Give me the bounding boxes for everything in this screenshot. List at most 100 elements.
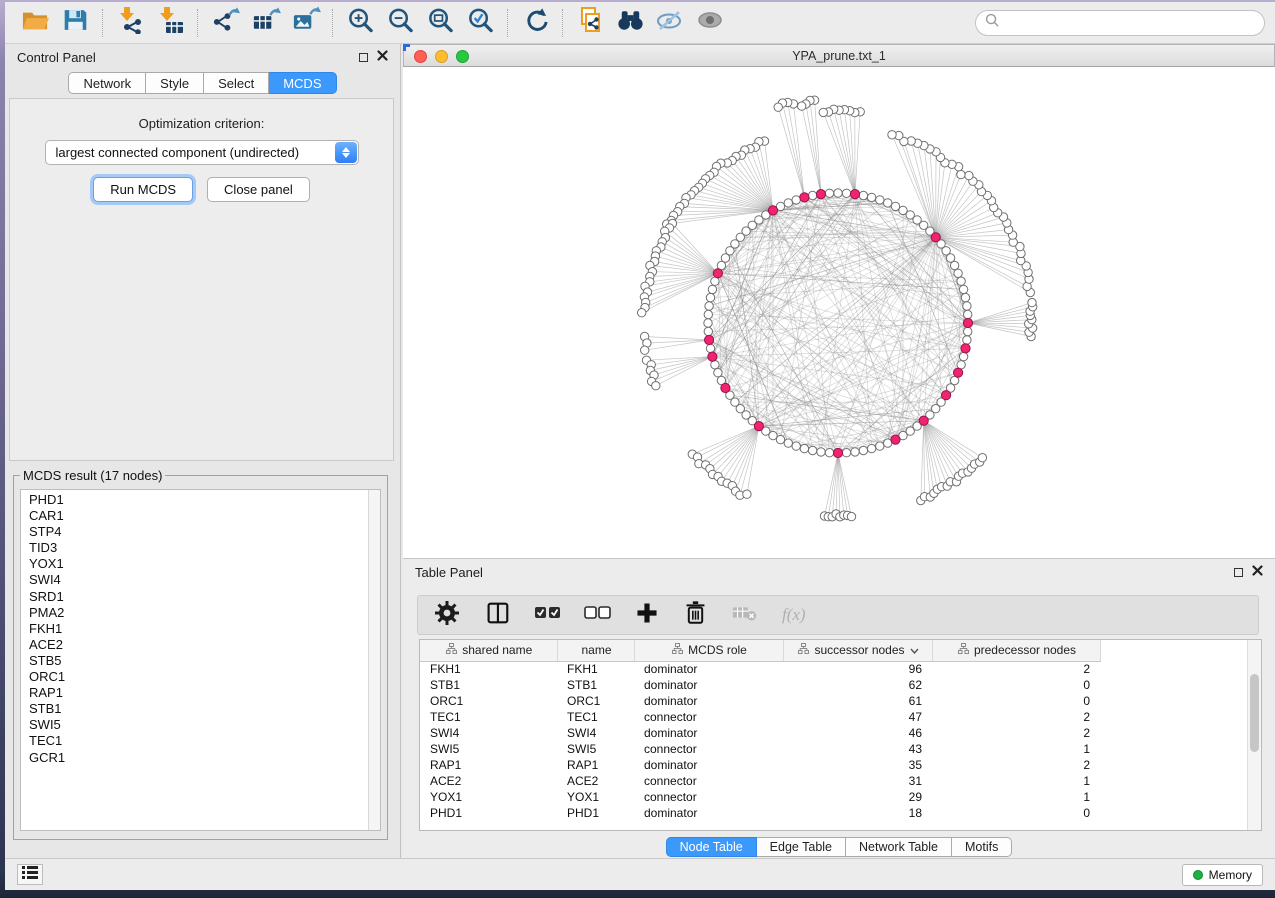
hub-node[interactable] (963, 318, 972, 327)
mcds-result-item[interactable]: PHD1 (29, 492, 368, 508)
import-network-button[interactable] (110, 6, 150, 40)
mcds-result-item[interactable]: FKH1 (29, 621, 368, 637)
hub-node[interactable] (891, 435, 900, 444)
mcds-result-item[interactable]: SWI5 (29, 717, 368, 733)
ring-node[interactable] (959, 352, 967, 360)
memory-button[interactable]: Memory (1182, 864, 1263, 886)
fan-node[interactable] (652, 382, 660, 390)
mcds-result-item[interactable]: ORC1 (29, 669, 368, 685)
export-table-button[interactable] (245, 6, 285, 40)
ring-node[interactable] (963, 302, 971, 310)
table-row[interactable]: TEC1TEC1connector472 (420, 709, 1100, 725)
ring-node[interactable] (876, 442, 884, 450)
mcds-result-item[interactable]: STB1 (29, 701, 368, 717)
fan-node[interactable] (888, 131, 896, 139)
ring-node[interactable] (834, 189, 842, 197)
close-window-icon[interactable] (414, 50, 427, 63)
zoom-out-button[interactable] (380, 6, 420, 40)
ring-node[interactable] (704, 319, 712, 327)
ring-node[interactable] (784, 439, 792, 447)
hub-node[interactable] (754, 422, 763, 431)
ring-node[interactable] (851, 448, 859, 456)
export-image-button[interactable] (285, 6, 325, 40)
hub-node[interactable] (768, 206, 777, 215)
ring-node[interactable] (867, 444, 875, 452)
ring-node[interactable] (705, 302, 713, 310)
ring-node[interactable] (711, 361, 719, 369)
hub-node[interactable] (721, 383, 730, 392)
first-neighbors-button[interactable] (610, 6, 650, 40)
table-row[interactable]: RAP1RAP1dominator352 (420, 757, 1100, 773)
ring-node[interactable] (706, 293, 714, 301)
ring-node[interactable] (867, 193, 875, 201)
table-settings-button[interactable] (434, 600, 460, 631)
ring-node[interactable] (954, 269, 962, 277)
table-row[interactable]: SWI4SWI4dominator462 (420, 725, 1100, 741)
network-canvas[interactable] (403, 67, 1275, 558)
ring-node[interactable] (776, 435, 784, 443)
mcds-result-item[interactable]: CAR1 (29, 508, 368, 524)
ring-node[interactable] (859, 191, 867, 199)
ring-node[interactable] (964, 310, 972, 318)
ring-node[interactable] (714, 369, 722, 377)
tab-style[interactable]: Style (146, 72, 204, 94)
table-row[interactable]: PHD1PHD1dominator180 (420, 805, 1100, 821)
column-header-predecessor-nodes[interactable]: predecessor nodes (932, 640, 1100, 661)
fan-node[interactable] (1028, 298, 1036, 306)
table-row[interactable]: ACE2ACE2connector311 (420, 773, 1100, 789)
column-header-name[interactable]: name (557, 640, 634, 661)
hub-node[interactable] (713, 269, 722, 278)
export-network-button[interactable] (205, 6, 245, 40)
mcds-result-item[interactable]: PMA2 (29, 605, 368, 621)
hub-node[interactable] (931, 233, 940, 242)
hub-node[interactable] (816, 190, 825, 199)
tab-mcds[interactable]: MCDS (269, 72, 336, 94)
ring-node[interactable] (704, 310, 712, 318)
ring-node[interactable] (842, 189, 850, 197)
ring-node[interactable] (884, 199, 892, 207)
table-tab-motifs[interactable]: Motifs (952, 837, 1012, 857)
mcds-result-item[interactable]: GCR1 (29, 750, 368, 766)
fan-node[interactable] (798, 102, 806, 110)
save-session-button[interactable] (55, 6, 95, 40)
table-tab-node-table[interactable]: Node Table (666, 837, 757, 857)
table-tab-edge-table[interactable]: Edge Table (757, 837, 846, 857)
ring-node[interactable] (704, 327, 712, 335)
mcds-result-item[interactable]: TID3 (29, 540, 368, 556)
mcds-result-item[interactable]: ACE2 (29, 637, 368, 653)
hub-node[interactable] (942, 391, 951, 400)
ring-node[interactable] (961, 293, 969, 301)
hub-node[interactable] (833, 448, 842, 457)
mcds-result-item[interactable]: STP4 (29, 524, 368, 540)
select-all-icon[interactable] (534, 605, 561, 626)
hub-node[interactable] (919, 416, 928, 425)
table-row[interactable]: STB1STB1dominator620 (420, 677, 1100, 693)
mcds-result-item[interactable]: SWI4 (29, 572, 368, 588)
close-panel-icon[interactable] (1252, 563, 1263, 581)
ring-node[interactable] (964, 327, 972, 335)
network-window-titlebar[interactable]: YPA_prune.txt_1 (403, 44, 1275, 67)
zoom-selected-button[interactable] (460, 6, 500, 40)
table-tab-network-table[interactable]: Network Table (846, 837, 952, 857)
fan-node[interactable] (774, 103, 782, 111)
open-file-button[interactable] (15, 6, 55, 40)
delete-column-button[interactable] (683, 599, 708, 631)
table-row[interactable]: ORC1ORC1dominator610 (420, 693, 1100, 709)
table-row[interactable]: YOX1YOX1connector291 (420, 789, 1100, 805)
new-network-from-selection-button[interactable] (570, 6, 610, 40)
close-panel-icon[interactable] (377, 48, 388, 66)
hide-selected-button[interactable] (650, 6, 690, 40)
ring-node[interactable] (957, 277, 965, 285)
float-panel-icon[interactable] (1234, 568, 1243, 577)
column-header-shared-name[interactable]: shared name (420, 640, 557, 661)
split-view-button[interactable] (483, 600, 511, 631)
zoom-in-button[interactable] (340, 6, 380, 40)
run-mcds-button[interactable]: Run MCDS (93, 177, 193, 202)
ring-node[interactable] (792, 442, 800, 450)
mcds-result-item[interactable]: STB5 (29, 653, 368, 669)
show-all-button[interactable] (690, 6, 730, 40)
mcds-result-item[interactable]: TEC1 (29, 733, 368, 749)
fan-node[interactable] (743, 490, 751, 498)
ring-node[interactable] (808, 191, 816, 199)
float-panel-icon[interactable] (359, 53, 368, 62)
